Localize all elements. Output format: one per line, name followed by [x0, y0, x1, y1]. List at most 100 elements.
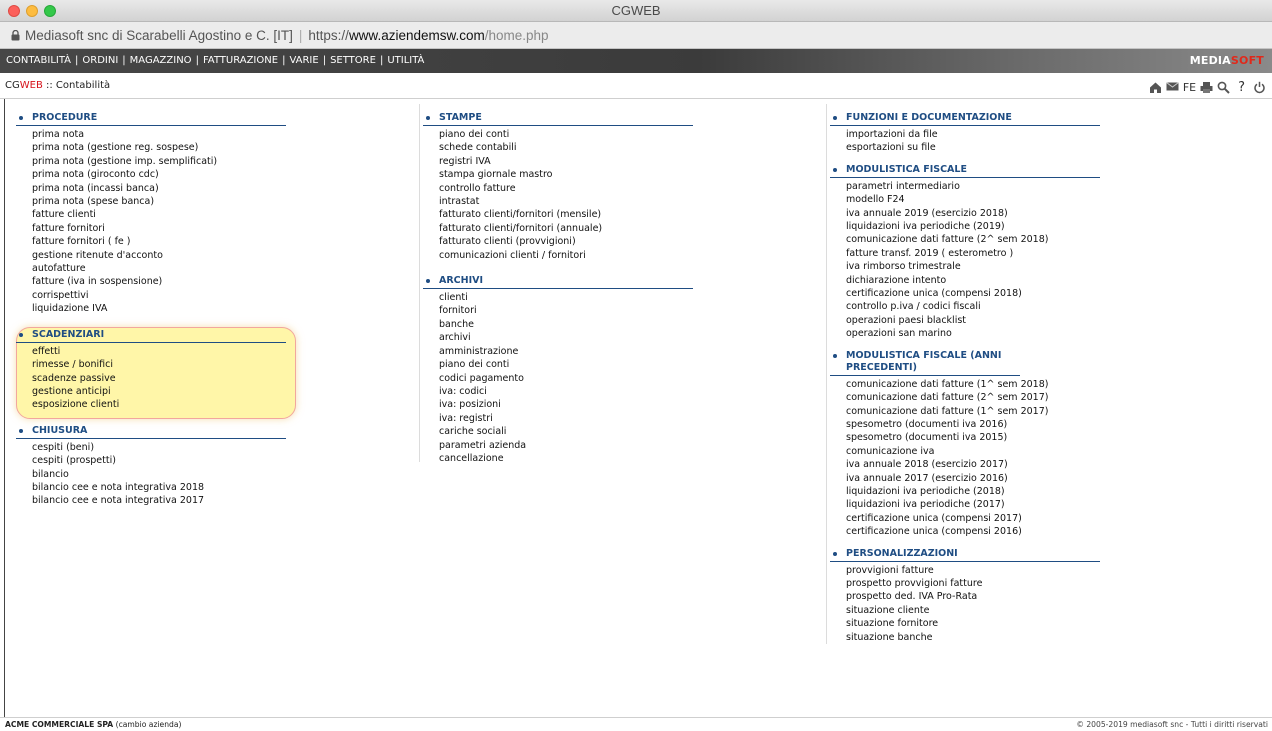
- menu-link[interactable]: prospetto provvigioni fatture: [830, 577, 1100, 590]
- menu-link[interactable]: iva: registri: [423, 412, 693, 425]
- change-company-link[interactable]: (cambio azienda): [116, 720, 182, 729]
- menu-item[interactable]: UTILITÀ: [387, 55, 424, 66]
- menu-link[interactable]: gestione anticipi: [16, 385, 286, 398]
- print-icon[interactable]: [1200, 81, 1213, 95]
- menu-link[interactable]: controllo fatture: [423, 182, 693, 195]
- menu-link[interactable]: cancellazione: [423, 452, 693, 465]
- menu-item[interactable]: MAGAZZINO: [130, 55, 192, 66]
- menu-link[interactable]: operazioni paesi blacklist: [830, 314, 1100, 327]
- menu-link[interactable]: fornitori: [423, 304, 693, 317]
- menu-link[interactable]: iva: codici: [423, 385, 693, 398]
- menu-link[interactable]: archivi: [423, 331, 693, 344]
- menu-link[interactable]: cariche sociali: [423, 425, 693, 438]
- menu-link[interactable]: situazione fornitore: [830, 617, 1100, 630]
- fe-button[interactable]: FE: [1183, 81, 1196, 95]
- menu-link[interactable]: amministrazione: [423, 345, 693, 358]
- menu-link[interactable]: iva annuale 2017 (esercizio 2016): [830, 472, 1100, 485]
- menu-link[interactable]: iva annuale 2018 (esercizio 2017): [830, 458, 1100, 471]
- menu-link[interactable]: bilancio cee e nota integrativa 2017: [16, 494, 286, 507]
- mail-icon[interactable]: [1166, 81, 1179, 95]
- menu-link[interactable]: certificazione unica (compensi 2017): [830, 512, 1100, 525]
- menu-link[interactable]: effetti: [16, 345, 286, 358]
- menu-link[interactable]: liquidazioni iva periodiche (2018): [830, 485, 1100, 498]
- menu-link[interactable]: fatture fornitori: [16, 222, 286, 235]
- close-window-button[interactable]: [8, 5, 20, 17]
- menu-link[interactable]: fatture clienti: [16, 208, 286, 221]
- menu-link[interactable]: certificazione unica (compensi 2018): [830, 287, 1100, 300]
- home-icon[interactable]: [1149, 81, 1162, 95]
- menu-item[interactable]: FATTURAZIONE: [203, 55, 278, 66]
- menu-link[interactable]: clienti: [423, 291, 693, 304]
- menu-link[interactable]: iva annuale 2019 (esercizio 2018): [830, 207, 1100, 220]
- menu-link[interactable]: schede contabili: [423, 141, 693, 154]
- menu-link[interactable]: comunicazione iva: [830, 445, 1100, 458]
- menu-link[interactable]: parametri azienda: [423, 439, 693, 452]
- menu-link[interactable]: iva: posizioni: [423, 398, 693, 411]
- menu-link[interactable]: prima nota (gestione reg. sospese): [16, 141, 286, 154]
- menu-link[interactable]: comunicazione dati fatture (1^ sem 2017): [830, 405, 1100, 418]
- power-icon[interactable]: [1253, 81, 1266, 95]
- menu-link[interactable]: bilancio: [16, 468, 286, 481]
- menu-link[interactable]: modello F24: [830, 193, 1100, 206]
- breadcrumb-app[interactable]: CG: [5, 80, 20, 91]
- menu-link[interactable]: codici pagamento: [423, 372, 693, 385]
- address-bar[interactable]: Mediasoft snc di Scarabelli Agostino e C…: [0, 22, 1272, 49]
- menu-link[interactable]: dichiarazione intento: [830, 274, 1100, 287]
- menu-link[interactable]: prima nota (incassi banca): [16, 182, 286, 195]
- menu-link[interactable]: prospetto ded. IVA Pro-Rata: [830, 590, 1100, 603]
- menu-link[interactable]: comunicazione dati fatture (2^ sem 2018): [830, 233, 1100, 246]
- menu-link[interactable]: bilancio cee e nota integrativa 2018: [16, 481, 286, 494]
- zoom-window-button[interactable]: [44, 5, 56, 17]
- menu-link[interactable]: fatturato clienti (provvigioni): [423, 235, 693, 248]
- menu-link[interactable]: esportazioni su file: [830, 141, 1100, 154]
- menu-link[interactable]: prima nota (spese banca): [16, 195, 286, 208]
- menu-link[interactable]: liquidazioni iva periodiche (2019): [830, 220, 1100, 233]
- menu-link[interactable]: esposizione clienti: [16, 398, 286, 411]
- menu-link[interactable]: comunicazioni clienti / fornitori: [423, 249, 693, 262]
- menu-link[interactable]: importazioni da file: [830, 128, 1100, 141]
- menu-link[interactable]: gestione ritenute d'acconto: [16, 249, 286, 262]
- menu-link[interactable]: scadenze passive: [16, 372, 286, 385]
- menu-link[interactable]: prima nota (giroconto cdc): [16, 168, 286, 181]
- menu-link[interactable]: liquidazioni iva periodiche (2017): [830, 498, 1100, 511]
- menu-link[interactable]: prima nota: [16, 128, 286, 141]
- menu-link[interactable]: cespiti (prospetti): [16, 454, 286, 467]
- menu-link[interactable]: piano dei conti: [423, 358, 693, 371]
- menu-link[interactable]: autofatture: [16, 262, 286, 275]
- menu-link[interactable]: cespiti (beni): [16, 441, 286, 454]
- menu-link[interactable]: piano dei conti: [423, 128, 693, 141]
- menu-link[interactable]: comunicazione dati fatture (2^ sem 2017): [830, 391, 1100, 404]
- menu-link[interactable]: banche: [423, 318, 693, 331]
- menu-link[interactable]: fatture transf. 2019 ( esterometro ): [830, 247, 1100, 260]
- menu-link[interactable]: certificazione unica (compensi 2016): [830, 525, 1100, 538]
- menu-link[interactable]: spesometro (documenti iva 2015): [830, 431, 1100, 444]
- menu-link[interactable]: intrastat: [423, 195, 693, 208]
- menu-item[interactable]: ORDINI: [82, 55, 118, 66]
- menu-link[interactable]: comunicazione dati fatture (1^ sem 2018): [830, 378, 1100, 391]
- menu-link[interactable]: iva rimborso trimestrale: [830, 260, 1100, 273]
- help-button[interactable]: ?: [1238, 81, 1245, 95]
- menu-link[interactable]: operazioni san marino: [830, 327, 1100, 340]
- menu-item[interactable]: SETTORE: [330, 55, 376, 66]
- menu-link[interactable]: prima nota (gestione imp. semplificati): [16, 155, 286, 168]
- menu-link[interactable]: fatture (iva in sospensione): [16, 275, 286, 288]
- search-icon[interactable]: [1217, 81, 1230, 95]
- menu-link[interactable]: situazione cliente: [830, 604, 1100, 617]
- menu-link[interactable]: provvigioni fatture: [830, 564, 1100, 577]
- menu-item[interactable]: CONTABILITÀ: [6, 55, 71, 66]
- menu-link[interactable]: controllo p.iva / codici fiscali: [830, 300, 1100, 313]
- breadcrumb-app-accent[interactable]: WEB: [20, 80, 43, 91]
- menu-link[interactable]: spesometro (documenti iva 2016): [830, 418, 1100, 431]
- menu-link[interactable]: liquidazione IVA: [16, 302, 286, 315]
- menu-link[interactable]: fatture fornitori ( fe ): [16, 235, 286, 248]
- menu-item[interactable]: VARIE: [289, 55, 318, 66]
- minimize-window-button[interactable]: [26, 5, 38, 17]
- menu-link[interactable]: situazione banche: [830, 631, 1100, 644]
- menu-link[interactable]: registri IVA: [423, 155, 693, 168]
- menu-link[interactable]: stampa giornale mastro: [423, 168, 693, 181]
- menu-link[interactable]: fatturato clienti/fornitori (annuale): [423, 222, 693, 235]
- menu-link[interactable]: corrispettivi: [16, 289, 286, 302]
- menu-link[interactable]: parametri intermediario: [830, 180, 1100, 193]
- menu-link[interactable]: fatturato clienti/fornitori (mensile): [423, 208, 693, 221]
- menu-link[interactable]: rimesse / bonifici: [16, 358, 286, 371]
